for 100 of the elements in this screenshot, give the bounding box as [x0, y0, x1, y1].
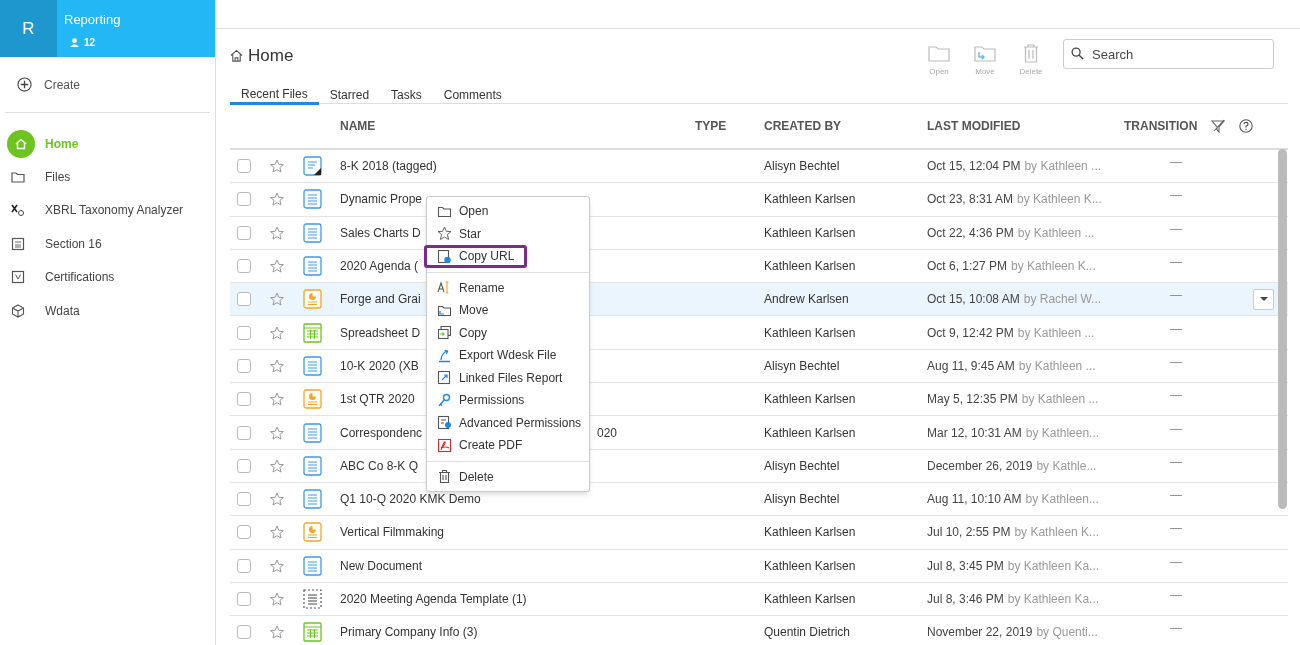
cube-icon[interactable] [10, 302, 26, 319]
column-header[interactable]: NAME [340, 117, 376, 135]
star-icon[interactable] [270, 525, 284, 540]
star-icon[interactable] [270, 492, 284, 507]
presentation-icon [303, 522, 322, 543]
table-cell-text: Oct 23, 8:31 AM [927, 191, 1014, 209]
tab[interactable]: Recent Files [230, 85, 319, 105]
plus-icon[interactable] [17, 77, 32, 92]
menu-item[interactable]: Export Wdesk File [427, 344, 589, 367]
scrollbar[interactable] [1278, 149, 1287, 509]
column-header[interactable]: TYPE [695, 117, 727, 135]
file-name[interactable]: Sales Charts D [340, 225, 421, 240]
nav-item[interactable]: Section 16 [45, 234, 102, 253]
checkbox[interactable] [237, 425, 251, 440]
table-cell-text: by Kathleen ... [1024, 158, 1102, 176]
star-icon[interactable] [270, 292, 284, 307]
menu-item[interactable]: Copy [427, 321, 589, 344]
table-cell: — [1170, 621, 1182, 636]
key-icon [437, 392, 452, 408]
folder-icon[interactable] [10, 169, 26, 186]
star-icon[interactable] [270, 425, 284, 440]
menu-item[interactable]: Star [427, 222, 589, 245]
checkbox[interactable] [237, 558, 251, 573]
table-cell-text: December 26, 2019 [927, 457, 1033, 475]
tab[interactable]: Starred [318, 85, 381, 105]
menu-item[interactable]: Open [427, 200, 589, 223]
star-icon[interactable] [270, 458, 284, 473]
checkbox[interactable] [237, 292, 251, 307]
file-name[interactable]: New Document [340, 558, 423, 573]
checkbox[interactable] [237, 458, 251, 473]
help-icon[interactable] [1239, 119, 1254, 133]
file-name[interactable]: 020 [597, 423, 618, 442]
checkbox[interactable] [237, 392, 251, 407]
column-header[interactable]: CREATED BY [764, 117, 842, 135]
file-name[interactable]: Q1 10-Q 2020 KMK Demo [340, 492, 481, 507]
nav-item[interactable]: Files [45, 168, 71, 187]
export-icon [437, 347, 452, 363]
table-cell: Andrew Karlsen [764, 292, 849, 307]
tab[interactable]: Tasks [380, 85, 433, 105]
table-cell: — [1170, 554, 1182, 569]
nav-item[interactable]: Certifications [45, 268, 115, 287]
column-header[interactable]: TRANSITION [1124, 117, 1198, 135]
star-icon[interactable] [270, 192, 284, 207]
checkbox[interactable] [237, 592, 251, 606]
file-name[interactable]: Spreadsheet D [340, 325, 421, 340]
file-name[interactable]: 2020 Agenda ( [340, 259, 419, 274]
star-icon[interactable] [270, 225, 284, 240]
filter-icon[interactable] [1211, 119, 1226, 133]
search-field[interactable]: Search [1063, 39, 1274, 69]
checkbox[interactable] [237, 159, 251, 174]
file-name[interactable]: Primary Company Info (3) [340, 625, 478, 640]
star-icon[interactable] [270, 325, 284, 340]
checkbox[interactable] [237, 492, 251, 507]
checkbox[interactable] [237, 525, 251, 540]
checkbox[interactable] [237, 192, 251, 207]
star-icon[interactable] [270, 558, 284, 573]
menu-item[interactable]: Permissions [427, 389, 589, 412]
tab[interactable]: Comments [432, 85, 513, 105]
file-name[interactable]: 1st QTR 2020 [340, 392, 415, 407]
menu-item[interactable]: Advanced Permissions [427, 411, 589, 434]
file-name[interactable]: Correspondenc [340, 425, 423, 440]
home-button[interactable] [7, 129, 35, 158]
star-icon[interactable] [270, 392, 284, 407]
menu-item[interactable]: Create PDF [427, 434, 589, 457]
star-icon[interactable] [270, 259, 284, 274]
presentation-icon [303, 389, 322, 410]
checkbox[interactable] [237, 625, 251, 640]
dropdown-button[interactable] [1253, 288, 1274, 310]
nav-item[interactable]: XBRL Taxonomy Analyzer [45, 201, 184, 220]
person-icon [70, 37, 79, 47]
checkbox[interactable] [237, 358, 251, 373]
table-cell: Kathleen Karlsen [764, 392, 856, 407]
menu-item[interactable]: Delete [427, 465, 589, 488]
column-header[interactable]: LAST MODIFIED [927, 117, 1021, 135]
workspace-name: Reporting [64, 11, 121, 29]
file-name[interactable]: 10-K 2020 (XB [340, 358, 419, 373]
menu-item[interactable]: Linked Files Report [427, 366, 589, 389]
linked-file-icon [437, 370, 452, 386]
file-name[interactable]: ABC Co 8-K Q [340, 458, 419, 473]
star-icon[interactable] [270, 625, 284, 640]
checkbox[interactable] [237, 325, 251, 340]
create-link[interactable]: Create [44, 75, 81, 94]
checkbox[interactable] [237, 259, 251, 274]
file-name[interactable]: Vertical Filmmaking [340, 525, 445, 540]
document-icon [303, 455, 322, 476]
table-cell-text: by Kathleen Ka... [1007, 591, 1100, 608]
star-icon [437, 226, 452, 242]
file-name[interactable]: Forge and Grai [340, 292, 421, 307]
checkbox[interactable] [237, 225, 251, 240]
document-icon [303, 256, 322, 277]
file-name[interactable]: 2020 Meeting Agenda Template (1) [340, 592, 527, 606]
table-cell-text: Oct 9, 12:42 PM [927, 324, 1014, 342]
star-icon[interactable] [270, 159, 284, 174]
star-icon[interactable] [270, 358, 284, 373]
nav-item[interactable]: Wdata [45, 301, 80, 320]
file-name[interactable]: 8-K 2018 (tagged) [340, 159, 437, 174]
file-name[interactable]: Dynamic Prope [340, 192, 423, 207]
menu-item[interactable]: Copy URL [424, 245, 528, 268]
star-icon[interactable] [270, 592, 284, 606]
table-cell: — [1170, 388, 1182, 403]
